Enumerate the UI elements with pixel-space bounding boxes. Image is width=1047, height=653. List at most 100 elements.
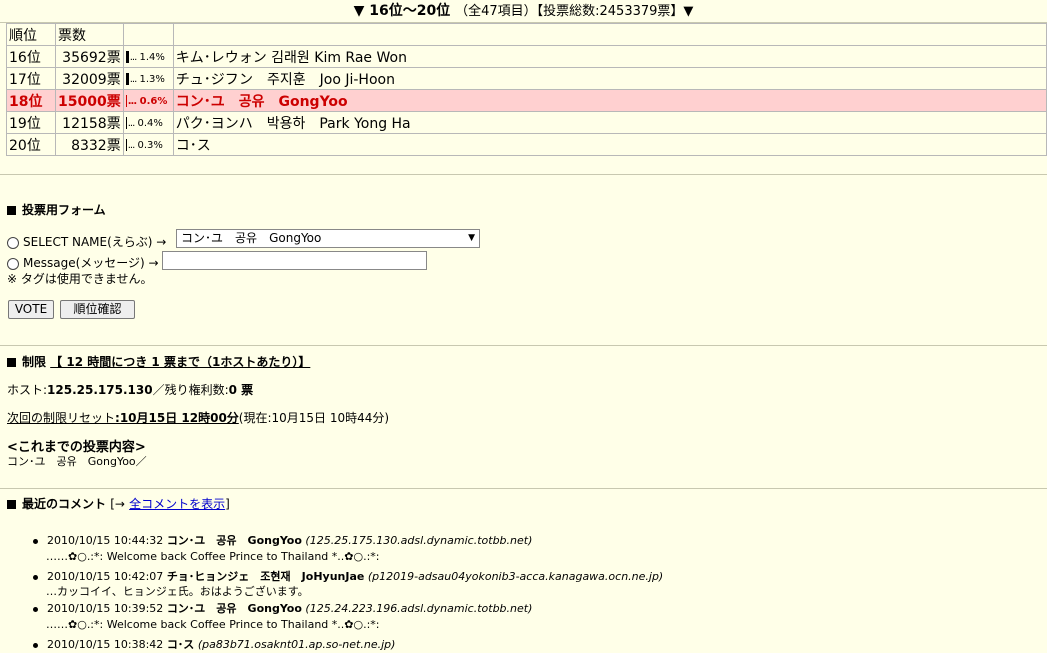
column-header-bar: [122, 23, 174, 46]
comment-item: 2010/10/15 10:44:32 コン･ユ 공유 GongYoo (125…: [33, 532, 532, 548]
percent-bar-cell: ... 0.4%: [122, 111, 174, 134]
table-row-highlighted: 18位 15000票 ... 0.6% コン･ユ 공유 GongYoo: [6, 89, 1047, 112]
reset-value: :10月15日 12時00分: [115, 411, 239, 425]
select-name-label: SELECT NAME(えらぶ) →: [23, 235, 167, 249]
remaining-label: ／残り権利数:: [152, 383, 229, 397]
name-select-value: コン･ユ 공유 GongYoo: [181, 231, 322, 245]
history-value: コン･ユ 공유 GongYoo／: [7, 455, 147, 468]
column-header-votes: 票数: [55, 23, 124, 46]
rank-check-button[interactable]: 順位確認: [60, 300, 135, 319]
vote-form-heading: 投票用フォーム: [7, 201, 106, 218]
host-label: ホスト:: [7, 383, 48, 397]
percent-bar-cell: ... 1.4%: [122, 45, 174, 68]
comment-item: 2010/10/15 10:38:42 コ･ス (pa83b71.osaknt0…: [33, 636, 395, 652]
comment-name: コン･ユ 공유 GongYoo: [166, 534, 302, 547]
column-header-name: [172, 23, 1047, 46]
percent-value: 1.3%: [139, 73, 165, 85]
chevron-down-icon: ▼: [468, 233, 475, 243]
header-title: ▼ 16位～20位: [353, 3, 451, 19]
vote-form-title: 投票用フォーム: [22, 203, 106, 217]
comment-message: …カッコイイ、ヒョンジェ氏。おはようございます。: [46, 585, 309, 598]
candidate-name-cell: パク･ヨンハ 박용하 Park Yong Ha: [172, 111, 1047, 134]
comment-time: 2010/10/15 10:42:07: [47, 570, 164, 583]
percent-value: 0.6%: [139, 95, 168, 107]
votes-cell: 32009票: [55, 67, 124, 90]
square-bullet-icon: [7, 206, 16, 215]
percent-value: 0.4%: [137, 117, 163, 129]
host-line: ホスト:125.25.175.130／残り権利数:0 票: [7, 381, 253, 398]
percent-bar: [125, 116, 127, 129]
rank-cell: 20位: [6, 133, 56, 156]
message-input[interactable]: [162, 251, 427, 270]
reset-label: 次回の制限リセット: [7, 411, 116, 425]
message-radio[interactable]: [7, 257, 19, 270]
bullet-icon: [33, 538, 38, 544]
table-row: 20位 8332票 ... 0.3% コ･ス: [6, 133, 1047, 156]
column-header-rank: 順位: [6, 23, 56, 46]
comment-time: 2010/10/15 10:39:52: [47, 602, 164, 615]
limit-title: 【 12 時間につき 1 票まで（1ホストあたり）】: [50, 355, 311, 369]
comments-heading: 最近のコメント [→ 全コメントを表示]: [7, 495, 230, 512]
votes-cell: 15000票: [55, 89, 124, 112]
limit-heading: 制限 【 12 時間につき 1 票まで（1ホストあたり）】: [7, 353, 310, 370]
comment-time: 2010/10/15 10:44:32: [47, 534, 164, 547]
comment-host: (p12019-adsau04yokonib3-acca.kanagawa.oc…: [367, 570, 664, 583]
percent-bar-cell: ... 1.3%: [122, 67, 174, 90]
comments-title: 最近のコメント: [22, 497, 107, 511]
reset-current-time: (現在:10月15日 10時44分): [238, 411, 390, 425]
percent-bar-cell: ... 0.6%: [122, 89, 174, 112]
table-row: 16位 35692票 ... 1.4% キム･レウォン 김래원 Kim Rae …: [6, 45, 1047, 68]
votes-cell: 8332票: [55, 133, 124, 156]
comments-link-prefix: [→: [110, 497, 125, 511]
bullet-icon: [33, 642, 38, 648]
bullet-icon: [33, 606, 38, 612]
comment-time: 2010/10/15 10:38:42: [47, 638, 164, 651]
percent-bar: [125, 50, 129, 63]
divider: [0, 345, 1047, 346]
table-row: 19位 12158票 ... 0.4% パク･ヨンハ 박용하 Park Yong…: [6, 111, 1047, 134]
limit-title-prefix: 制限: [22, 355, 47, 369]
comment-host: (125.24.223.196.adsl.dynamic.totbb.net): [305, 602, 533, 615]
square-bullet-icon: [7, 500, 16, 509]
bullet-icon: [33, 574, 38, 580]
comment-host: (pa83b71.osaknt01.ap.so-net.ne.jp): [197, 638, 396, 651]
header-subtitle: （全47項目）【投票総数:2453379票】▼: [455, 4, 694, 19]
table-row: 17位 32009票 ... 1.3% チュ･ジフン 주지훈 Joo Ji-Ho…: [6, 67, 1047, 90]
comment-message: ……✿○.:*: Welcome back Coffee Prince to T…: [46, 618, 380, 631]
candidate-name-cell: キム･レウォン 김래원 Kim Rae Won: [172, 45, 1047, 68]
remaining-value: 0 票: [228, 383, 254, 397]
votes-cell: 12158票: [55, 111, 124, 134]
rank-cell: 17位: [6, 67, 56, 90]
comment-item: 2010/10/15 10:39:52 コン･ユ 공유 GongYoo (125…: [33, 600, 532, 616]
percent-bar: [125, 72, 129, 85]
candidate-name-cell: コン･ユ 공유 GongYoo: [172, 89, 1047, 112]
comment-host: (125.25.175.130.adsl.dynamic.totbb.net): [305, 534, 533, 547]
divider: [0, 488, 1047, 489]
reset-line: 次回の制限リセット:10月15日 12時00分(現在:10月15日 10時44分…: [7, 409, 389, 426]
rank-cell: 18位: [6, 89, 56, 112]
candidate-name-cell: チュ･ジフン 주지훈 Joo Ji-Hoon: [172, 67, 1047, 90]
rank-cell: 19位: [6, 111, 56, 134]
square-bullet-icon: [7, 358, 16, 367]
divider: [0, 174, 1047, 175]
percent-value: 0.3%: [137, 139, 163, 151]
ranking-header: ▼ 16位～20位 （全47項目）【投票総数:2453379票】▼: [0, 0, 1047, 23]
vote-button[interactable]: VOTE: [8, 300, 54, 319]
all-comments-link[interactable]: 全コメントを表示: [129, 497, 225, 511]
rank-cell: 16位: [6, 45, 56, 68]
message-row: Message(メッセージ) →: [7, 254, 159, 271]
comment-name: コ･ス: [166, 638, 195, 651]
comment-message: ……✿○.:*: Welcome back Coffee Prince to T…: [46, 550, 380, 563]
comment-item: 2010/10/15 10:42:07 チョ･ヒョンジェ 조현재 JoHyunJ…: [33, 568, 663, 584]
percent-bar: [125, 138, 127, 151]
table-header-row: 順位 票数: [6, 23, 1047, 46]
ranking-table: 順位 票数 16位 35692票 ... 1.4% キム･レウォン 김래원 Ki…: [6, 23, 1047, 156]
percent-value: 1.4%: [139, 51, 165, 63]
percent-bar: [125, 94, 127, 107]
select-name-radio[interactable]: [7, 236, 19, 249]
tag-note: ※ タグは使用できません。: [7, 272, 153, 286]
percent-bar-cell: ... 0.3%: [122, 133, 174, 156]
comments-link-suffix: ]: [225, 497, 230, 511]
name-select[interactable]: コン･ユ 공유 GongYoo ▼: [176, 229, 480, 248]
host-value: 125.25.175.130: [47, 383, 153, 397]
